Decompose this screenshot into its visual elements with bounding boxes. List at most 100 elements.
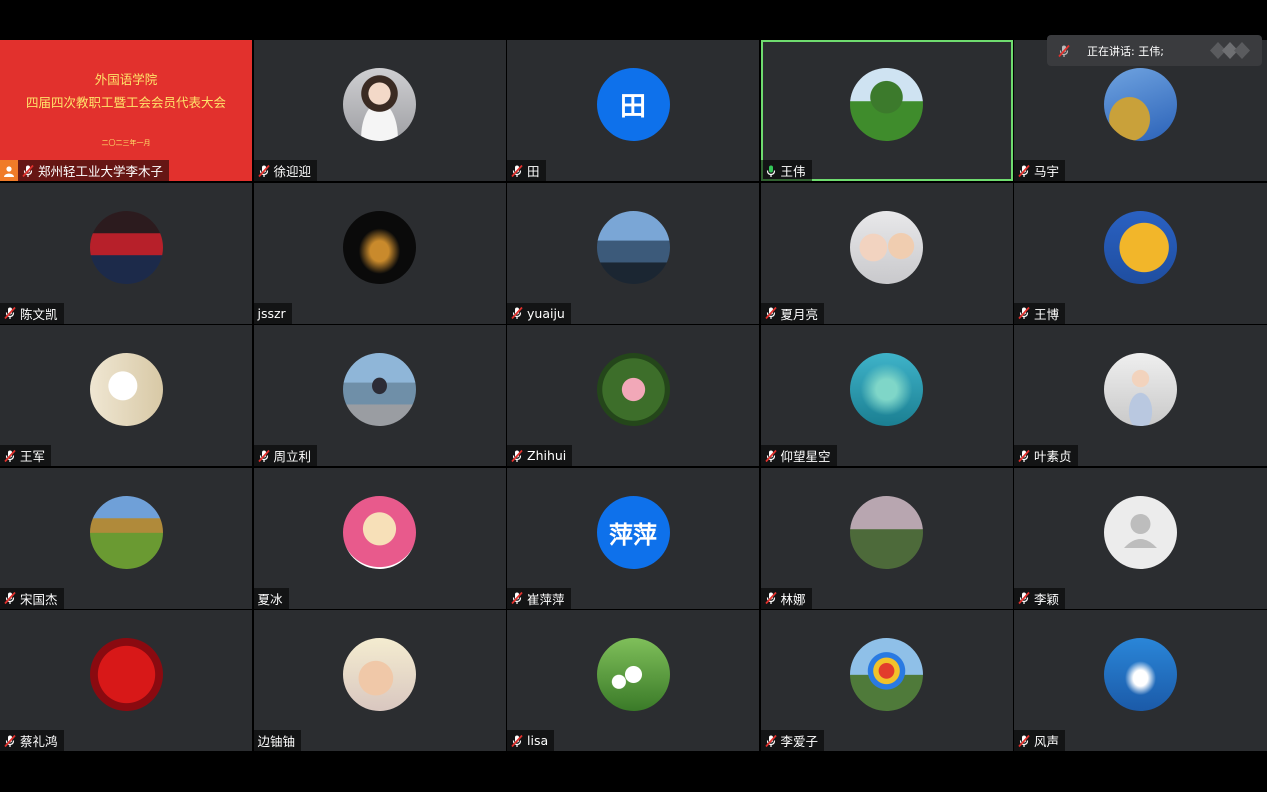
participant-name: 崔萍萍 — [527, 591, 565, 607]
participant-tile[interactable]: 王军 — [0, 325, 252, 466]
avatar-initials: 萍萍 — [596, 495, 670, 569]
participant-name: 风声 — [1034, 734, 1060, 749]
participant-nametag: 夏月亮 — [760, 302, 825, 324]
app-logo-icon — [1210, 42, 1250, 62]
participant-nametag: 王博 — [1014, 302, 1066, 324]
participant-name: lisa — [527, 733, 549, 748]
participant-tile[interactable]: yuaiju — [507, 182, 759, 324]
participant-name: 郑州轻工业大学李木子 — [38, 164, 164, 179]
avatar-initials: 田 — [596, 68, 670, 141]
participant-tile[interactable]: 李爱子 — [760, 610, 1013, 751]
participant-nametag: 宋国杰 — [0, 587, 64, 609]
avatar — [596, 353, 670, 426]
muted-mic-icon — [510, 306, 524, 320]
participant-name: 王军 — [20, 449, 46, 464]
muted-mic-icon — [3, 591, 17, 605]
muted-mic-icon — [510, 591, 524, 605]
avatar — [850, 353, 923, 426]
participant-tile[interactable]: 风声 — [1014, 610, 1267, 751]
active-speaker-text: 正在讲话: 王伟; — [1087, 44, 1164, 58]
muted-mic-icon — [764, 591, 778, 605]
active-speaker-indicator: 正在讲话: 王伟; — [1047, 35, 1262, 66]
share-date: 二〇二三年一月 — [101, 139, 151, 147]
participant-tile[interactable]: 边铀铀 — [253, 610, 506, 751]
muted-mic-icon — [1017, 449, 1031, 463]
participant-nametag: 马宇 — [1014, 160, 1066, 181]
participant-tile[interactable]: 陈文凯 — [0, 182, 252, 324]
participant-nametag: 李颖 — [1014, 587, 1066, 609]
muted-mic-icon — [3, 734, 17, 748]
avatar — [89, 210, 163, 284]
participant-tile[interactable]: 林娜 — [760, 467, 1013, 609]
muted-mic-icon — [3, 449, 17, 463]
participant-name: 李颖 — [1034, 591, 1060, 607]
avatar — [343, 353, 416, 426]
participant-nametag: 田 — [507, 160, 546, 181]
participant-nametag: lisa — [507, 730, 555, 751]
participant-name: 边铀铀 — [257, 734, 296, 749]
avatar — [1104, 353, 1177, 426]
participant-tile[interactable]: 蔡礼鸿 — [0, 610, 252, 751]
muted-mic-icon — [764, 306, 778, 320]
participant-tile[interactable]: 王伟 — [760, 40, 1013, 181]
avatar — [596, 638, 670, 711]
participant-name: 叶素贞 — [1034, 449, 1072, 464]
avatar — [1104, 638, 1177, 711]
participant-tile[interactable]: 宋国杰 — [0, 467, 252, 609]
muted-mic-icon — [1017, 164, 1031, 178]
participant-tile[interactable]: Zhihui — [507, 325, 759, 466]
participant-tile[interactable]: jsszr — [253, 182, 506, 324]
participant-nametag: 王军 — [0, 445, 52, 466]
avatar — [89, 353, 163, 426]
avatar — [1104, 210, 1177, 284]
participant-tile[interactable]: 叶素贞 — [1014, 325, 1267, 466]
participant-name: jsszr — [257, 305, 286, 321]
participant-nametag: 崔萍萍 — [507, 587, 571, 609]
participant-tile[interactable]: 王博 — [1014, 182, 1267, 324]
participant-tile[interactable]: 徐迎迎 — [253, 40, 506, 181]
participant-tile[interactable]: 夏月亮 — [760, 182, 1013, 324]
participant-name: 王博 — [1034, 306, 1060, 322]
video-grid: 外国语学院 四届四次教职工暨工会会员代表大会 二〇二三年一月 郑州轻工业大学李木… — [0, 40, 1267, 751]
participant-tile[interactable]: 萍萍崔萍萍 — [507, 467, 759, 609]
participant-tile[interactable]: 夏冰 — [253, 467, 506, 609]
muted-mic-icon — [510, 734, 524, 748]
mic-on-icon — [764, 164, 778, 178]
avatar — [1104, 68, 1177, 141]
participant-nametag: 叶素贞 — [1014, 445, 1078, 466]
participant-nametag: jsszr — [253, 302, 292, 324]
participant-nametag: Zhihui — [507, 445, 573, 466]
participant-tile[interactable]: 仰望星空 — [760, 325, 1013, 466]
muted-mic-icon — [1057, 44, 1071, 58]
participant-nametag: 徐迎迎 — [253, 160, 318, 181]
participant-nametag: 风声 — [1014, 730, 1066, 751]
avatar — [596, 210, 670, 284]
avatar — [89, 638, 163, 711]
avatar — [850, 68, 923, 141]
participant-name: 夏月亮 — [780, 306, 819, 322]
avatar — [850, 495, 923, 569]
participant-nametag: 夏冰 — [253, 587, 289, 609]
participant-nametag: 仰望星空 — [760, 445, 837, 466]
avatar — [343, 495, 416, 569]
participant-tile[interactable]: 田田 — [507, 40, 759, 181]
muted-mic-icon — [3, 306, 17, 320]
default-user-icon — [1104, 495, 1177, 569]
muted-mic-icon — [1017, 734, 1031, 748]
participant-name: 田 — [527, 164, 540, 179]
participant-tile[interactable]: 周立利 — [253, 325, 506, 466]
participant-tile[interactable]: 李颖 — [1014, 467, 1267, 609]
participant-name: 仰望星空 — [780, 449, 831, 464]
participant-name: 夏冰 — [257, 591, 283, 607]
participant-name: 马宇 — [1034, 164, 1060, 179]
participant-name: 宋国杰 — [20, 591, 58, 607]
muted-mic-icon — [1017, 591, 1031, 605]
participant-nametag: yuaiju — [507, 302, 571, 324]
shared-screen-tile[interactable]: 外国语学院 四届四次教职工暨工会会员代表大会 二〇二三年一月 郑州轻工业大学李木… — [0, 40, 252, 181]
participant-name: yuaiju — [527, 305, 565, 321]
participant-tile[interactable]: lisa — [507, 610, 759, 751]
avatar — [343, 210, 416, 284]
participant-name: 陈文凯 — [20, 306, 58, 322]
participant-nametag: 陈文凯 — [0, 302, 64, 324]
share-title-line2: 四届四次教职工暨工会会员代表大会 — [25, 95, 226, 110]
